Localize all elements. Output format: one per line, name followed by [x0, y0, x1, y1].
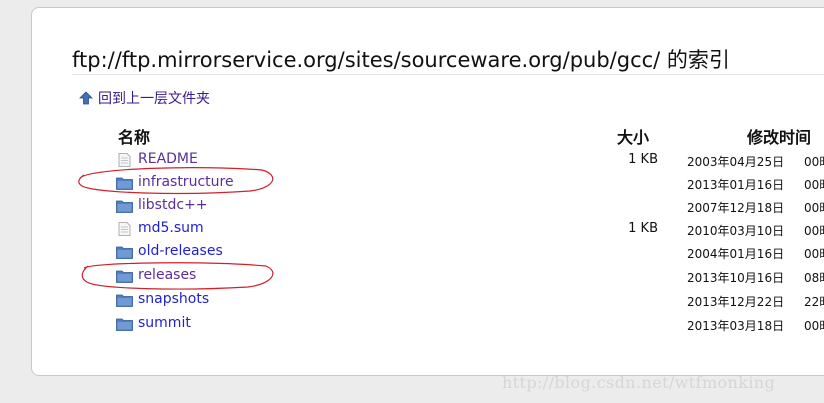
column-header-size[interactable]: 大小 [617, 124, 649, 148]
file-link[interactable]: releases [138, 267, 196, 283]
modified-time: 00时 [804, 201, 824, 215]
file-link[interactable]: README [138, 151, 198, 167]
table-row: old-releases 2004年01月16日 00时 [32, 242, 824, 264]
folder-icon [116, 246, 133, 259]
modified-time: 22时 [804, 295, 824, 309]
table-row: md5.sum 1 KB 2010年03月10日 00时 [32, 219, 824, 241]
folder-icon [116, 200, 133, 213]
file-size: 1 KB [628, 221, 658, 236]
modified-date: 2013年10月16日 [687, 271, 785, 285]
folder-icon [116, 318, 133, 331]
modified-date: 2013年01月16日 [687, 178, 785, 192]
table-row: summit 2013年03月18日 00时 [32, 314, 824, 336]
column-header-name[interactable]: 名称 [118, 124, 150, 148]
table-row: libstdc++ 2007年12月18日 00时 [32, 196, 824, 218]
parent-folder-link[interactable]: 回到上一层文件夹 [79, 88, 210, 108]
parent-folder-label: 回到上一层文件夹 [98, 91, 210, 107]
file-link[interactable]: snapshots [138, 291, 209, 307]
file-icon [118, 222, 131, 236]
arrow-up-icon [79, 91, 93, 105]
folder-icon [116, 177, 133, 190]
modified-date: 2010年03月10日 [687, 224, 785, 238]
file-icon [118, 153, 131, 167]
title-bar: ftp://ftp.mirrorservice.org/sites/source… [72, 44, 824, 75]
file-link[interactable]: infrastructure [138, 174, 234, 190]
folder-icon [116, 270, 133, 283]
table-row: snapshots 2013年12月22日 22时 [32, 290, 824, 312]
table-row: releases 2013年10月16日 08时 [32, 266, 824, 288]
file-link[interactable]: md5.sum [138, 220, 204, 236]
file-size: 1 KB [628, 152, 658, 167]
file-link[interactable]: libstdc++ [138, 197, 208, 213]
directory-listing-panel: ftp://ftp.mirrorservice.org/sites/source… [31, 7, 824, 376]
modified-date: 2003年04月25日 [687, 155, 785, 169]
file-link[interactable]: old-releases [138, 243, 223, 259]
modified-date: 2013年12月22日 [687, 295, 785, 309]
table-row: infrastructure 2013年01月16日 00时 [32, 173, 824, 195]
modified-time: 08时 [804, 271, 824, 285]
folder-icon [116, 294, 133, 307]
modified-time: 00时 [804, 247, 824, 261]
file-link[interactable]: summit [138, 315, 191, 331]
table-row: README 1 KB 2003年04月25日 00时 [32, 150, 824, 172]
modified-date: 2013年03月18日 [687, 319, 785, 333]
modified-date: 2007年12月18日 [687, 201, 785, 215]
watermark: http://blog.csdn.net/wtfmonking [502, 373, 776, 392]
modified-time: 00时 [804, 155, 824, 169]
modified-time: 00时 [804, 319, 824, 333]
modified-date: 2004年01月16日 [687, 247, 785, 261]
page-title: ftp://ftp.mirrorservice.org/sites/source… [72, 48, 730, 72]
modified-time: 00时 [804, 178, 824, 192]
column-header-modified[interactable]: 修改时间 [747, 124, 811, 148]
modified-time: 00时 [804, 224, 824, 238]
